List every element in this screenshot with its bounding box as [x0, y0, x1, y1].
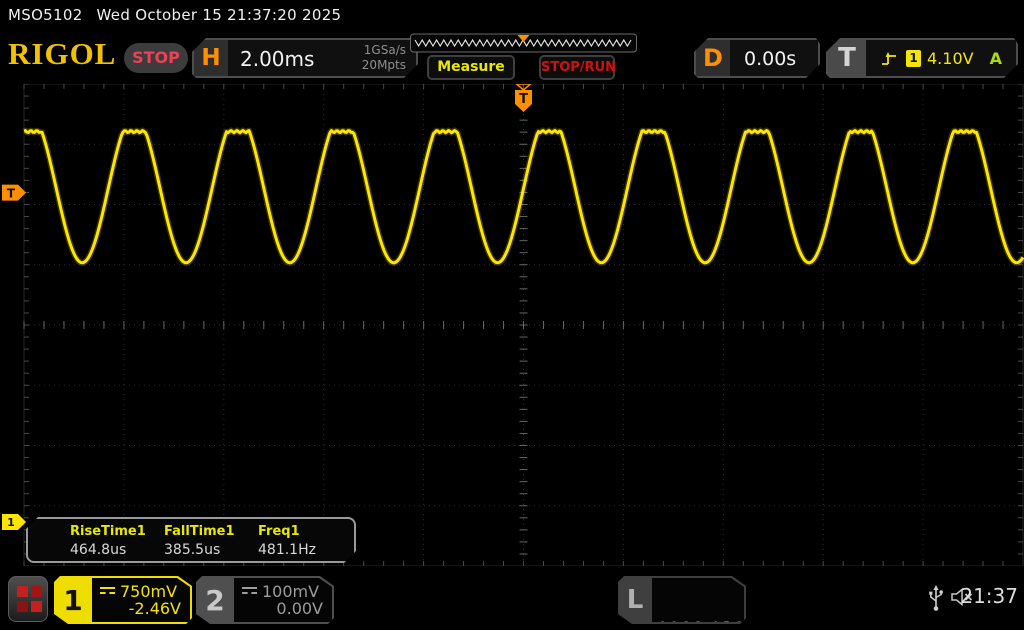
waveform-display[interactable]: T T 1	[0, 84, 1024, 566]
dc-coupling-icon	[242, 587, 257, 596]
trigger-panel[interactable]: T 1 4.10V A	[826, 38, 1018, 78]
channel-status-bar: 1 750mV -2.46V 2 100mV 0.00V L 0 1 2 3 4…	[0, 566, 1024, 630]
channel1-offset: -2.46V	[128, 599, 181, 618]
measurement-results-box[interactable]: RiseTime1 464.8us FallTime1 385.5us Freq…	[26, 517, 356, 563]
logic-row-1: 0 1 2 3 4 5 6 7	[659, 618, 755, 630]
sample-rate: 1GSa/s	[363, 43, 406, 57]
samplerate-memdepth: 1GSa/s 20Mpts	[362, 43, 406, 73]
rising-edge-icon	[880, 50, 898, 68]
rigol-logo: RIGOL	[8, 36, 117, 71]
trigger-source-badge: 1	[906, 50, 921, 67]
scope-graticule: T T 1	[2, 84, 1024, 566]
channel2-badge[interactable]: 2 100mV 0.00V	[196, 576, 334, 624]
channel1-badge[interactable]: 1 750mV -2.46V	[54, 576, 192, 624]
measurement-value: 385.5us	[164, 542, 221, 558]
measure-button[interactable]: Measure	[427, 55, 515, 80]
logic-label: L	[626, 585, 644, 615]
measurement-label: RiseTime1	[70, 524, 146, 539]
trigger-mode-auto: A	[989, 49, 1002, 68]
measurement-falltime: FallTime1 385.5us	[164, 524, 235, 558]
dc-coupling-icon	[100, 587, 115, 596]
logic-channels-badge[interactable]: L 0 1 2 3 4 5 6 7 8 9 1011 12131415	[618, 576, 746, 624]
measurement-risetime: RiseTime1 464.8us	[70, 524, 146, 558]
measurement-freq: Freq1 481.1Hz	[258, 524, 316, 558]
trigger-level-value: 4.10V	[927, 49, 974, 68]
datetime-text: Wed October 15 21:37:20 2025	[96, 6, 342, 24]
horizontal-tab: H	[194, 40, 228, 76]
svg-text:T: T	[7, 187, 16, 201]
horizontal-label: H	[201, 45, 221, 71]
model-name: MSO5102	[8, 6, 83, 24]
logic-channel-list: 0 1 2 3 4 5 6 7 8 9 1011 12131415	[652, 578, 744, 622]
run-state-badge: STOP	[124, 43, 188, 73]
measurement-value: 481.1Hz	[258, 542, 316, 558]
delay-label: D	[703, 44, 723, 72]
oscilloscope-screen: MSO5102 Wed October 15 21:37:20 2025 RIGO…	[0, 0, 1024, 630]
delay-tab: D	[696, 40, 730, 76]
measurement-label: FallTime1	[164, 524, 235, 539]
stop-run-button[interactable]: STOP/RUN	[539, 55, 616, 80]
trigger-tab: T	[828, 40, 866, 76]
multi-window-icon[interactable]	[8, 576, 48, 622]
svg-text:1: 1	[7, 516, 15, 529]
waveform-overview-strip[interactable]	[410, 33, 637, 53]
mem-depth: 20Mpts	[361, 58, 406, 72]
measurement-label: Freq1	[258, 524, 300, 539]
horizontal-panel[interactable]: H 2.00ms 1GSa/s 20Mpts	[192, 38, 418, 78]
usb-icon	[929, 585, 943, 611]
delay-value: 0.00s	[744, 48, 797, 70]
trigger-label: T	[838, 43, 856, 73]
channel2-values: 100mV 0.00V	[234, 578, 332, 622]
channel1-values: 750mV -2.46V	[92, 578, 190, 622]
clock-text: 21:37	[960, 584, 1018, 608]
status-bar: MSO5102 Wed October 15 21:37:20 2025	[0, 0, 1024, 30]
channel2-number: 2	[205, 583, 225, 617]
delay-panel[interactable]: D 0.00s	[694, 38, 820, 78]
measurement-value: 464.8us	[70, 542, 127, 558]
timebase-value: 2.00ms	[240, 47, 315, 71]
svg-text:T: T	[519, 92, 528, 107]
channel1-number: 1	[63, 583, 83, 617]
header-bar: RIGOL STOP H 2.00ms 1GSa/s 20Mpts Measur…	[0, 30, 1024, 84]
channel2-offset: 0.00V	[276, 599, 323, 618]
